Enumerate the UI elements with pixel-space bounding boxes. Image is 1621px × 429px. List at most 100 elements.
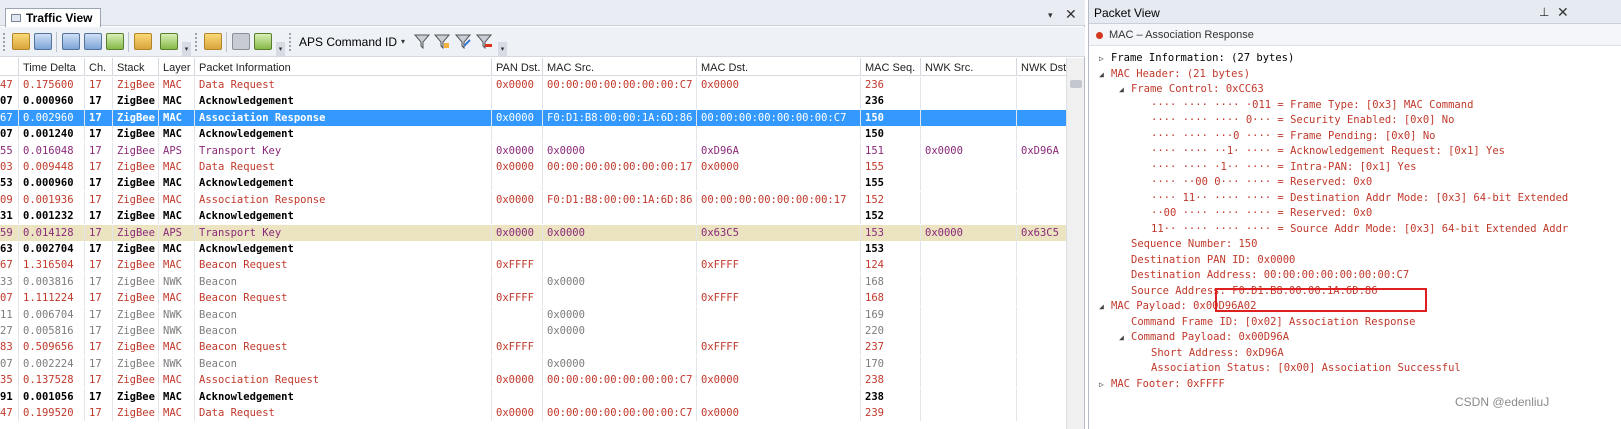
cell-mac-seq: 168 — [860, 273, 920, 290]
column-header-stack[interactable]: Stack — [112, 58, 158, 76]
tree-node[interactable]: Command Frame ID: [0x02] Association Res… — [1119, 314, 1415, 330]
tree-node[interactable]: ◢ Frame Control: 0xCC63 — [1119, 81, 1264, 97]
protocol-filter-combo[interactable]: APS Command ID — [299, 35, 397, 49]
tree-node[interactable]: Short Address: 0xD96A — [1139, 345, 1284, 361]
cell-mac-dst: 0x0000 — [696, 77, 860, 93]
cell-mac-seq: 168 — [860, 290, 920, 307]
collapse-arrow-icon[interactable]: ◢ — [1099, 299, 1111, 315]
table-row[interactable]: 47 0.199520 17 ZigBee MAC Data Request 0x0000 0… — [0, 405, 1066, 421]
tree-node[interactable]: ···· ···· ···· ·011 = Frame Type: [0x3] … — [1139, 97, 1473, 113]
filter-icon[interactable] — [414, 33, 430, 49]
column-header-channel[interactable]: Ch. — [84, 58, 112, 76]
open-folder-icon[interactable] — [12, 33, 30, 50]
highlight-icon[interactable] — [134, 33, 152, 50]
save-icon[interactable] — [34, 33, 52, 50]
toolbar-grip[interactable] — [289, 33, 292, 51]
table-row[interactable]: 07 0.002224 17 ZigBee NWK Beacon 0x0000 170 — [0, 355, 1066, 372]
column-header-layer[interactable]: Layer — [158, 58, 194, 76]
table-row[interactable]: 63 0.002704 17 ZigBee MAC Acknowledgement 153 — [0, 241, 1066, 257]
tree-node[interactable]: ◢ MAC Header: (21 bytes) — [1099, 66, 1250, 82]
column-header-pan-dst[interactable]: PAN Dst. — [491, 58, 542, 76]
layout-icon[interactable] — [62, 33, 80, 50]
pane-menu-dropdown-icon[interactable]: ▾ — [1048, 10, 1053, 21]
column-header-nwk-src[interactable]: NWK Src. — [920, 58, 1016, 76]
table-row[interactable]: 59 0.014128 17 ZigBee APS Transport Key 0x0000… — [0, 224, 1066, 241]
filter-remove-icon[interactable] — [476, 33, 492, 49]
toolbar-overflow-icon[interactable]: ▾ — [276, 42, 285, 56]
vertical-scrollbar[interactable] — [1066, 58, 1084, 429]
tree-node[interactable]: Destination Address: 00:00:00:00:00:00:0… — [1119, 267, 1409, 283]
back-icon[interactable] — [232, 33, 250, 50]
column-header-number[interactable] — [0, 58, 18, 76]
table-row[interactable]: 53 0.000960 17 ZigBee MAC Acknowledgement 155 — [0, 175, 1066, 192]
table-row[interactable]: 07 0.001240 17 ZigBee MAC Acknowledgement 150 — [0, 126, 1066, 143]
table-row[interactable]: 47 0.175600 17 ZigBee MAC Data Request 0x0000 0… — [0, 77, 1066, 93]
table-row[interactable]: 55 0.016048 17 ZigBee APS Transport Key 0x0000… — [0, 142, 1066, 159]
toolbar-grip[interactable] — [195, 33, 198, 51]
forward-icon[interactable] — [254, 33, 272, 50]
cell-mac-dst: 0xD96A — [696, 142, 860, 159]
toolbar-overflow-icon[interactable]: ▾ — [182, 42, 191, 56]
tree-node[interactable]: Sequence Number: 150 — [1119, 236, 1257, 252]
table-row[interactable]: 03 0.009448 17 ZigBee MAC Data Request 0x0000 0… — [0, 159, 1066, 175]
table-row[interactable]: 09 0.001936 17 ZigBee MAC Association Respons… — [0, 191, 1066, 208]
column-header-mac-src[interactable]: MAC Src. — [542, 58, 696, 76]
tree-node[interactable]: ···· ··00 0··· ···· = Reserved: 0x0 — [1139, 174, 1372, 190]
cell-nwk-src: 0x0000 — [920, 142, 1016, 159]
tree-node[interactable]: Association Status: [0x00] Association S… — [1139, 360, 1461, 376]
close-pane-icon[interactable]: ✕ — [1065, 6, 1077, 23]
table-row[interactable]: 31 0.001232 17 ZigBee MAC Acknowledgement 152 — [0, 208, 1066, 225]
table-row[interactable]: 27 0.005816 17 ZigBee NWK Beacon 0x0000 220 — [0, 323, 1066, 339]
expand-arrow-icon[interactable]: ▷ — [1099, 377, 1111, 393]
table-row[interactable]: 35 0.137528 17 ZigBee MAC Association Request… — [0, 372, 1066, 389]
column-header-time-delta[interactable]: Time Delta — [18, 58, 84, 76]
column-header-mac-dst[interactable]: MAC Dst. — [696, 58, 860, 76]
filter-add-icon[interactable] — [434, 33, 450, 49]
chevron-down-icon[interactable]: ▾ — [401, 37, 405, 46]
table-row[interactable]: 07 0.000960 17 ZigBee MAC Acknowledgement 236 — [0, 93, 1066, 110]
scrollbar-thumb[interactable] — [1070, 80, 1082, 88]
toolbar-overflow-icon[interactable]: ▾ — [498, 42, 507, 56]
table-row[interactable]: 67 1.316504 17 ZigBee MAC Beacon Request 0xFFF… — [0, 257, 1066, 274]
tree-node-label: ···· ···· ···· ·011 = Frame Type: [0x3] … — [1151, 98, 1474, 111]
tree-node[interactable]: ···· ···· ·1·· ···· = Intra-PAN: [0x1] Y… — [1139, 159, 1417, 175]
toolbar-grip[interactable] — [3, 33, 6, 51]
tree-node[interactable]: ···· ···· ···0 ···· = Frame Pending: [0x… — [1139, 128, 1435, 144]
table-row[interactable]: 07 1.111224 17 ZigBee MAC Beacon Request 0xFFF… — [0, 290, 1066, 307]
column-header-mac-seq[interactable]: MAC Seq. — [860, 58, 920, 76]
table-row[interactable]: 67 0.002960 17 ZigBee MAC Association Respons… — [0, 109, 1066, 127]
toolbar-separator — [128, 32, 129, 52]
tree-node[interactable]: ▷ MAC Footer: 0xFFFF — [1099, 376, 1225, 392]
table-row[interactable]: 33 0.003816 17 ZigBee NWK Beacon 0x0000 168 — [0, 273, 1066, 290]
tree-node[interactable]: ◢ Command Payload: 0x00D96A — [1119, 329, 1289, 345]
filter-edit-icon[interactable] — [455, 33, 471, 49]
cell-packet-information: Beacon Request — [194, 290, 491, 307]
cell-nwk-dst — [1016, 175, 1066, 192]
collapse-arrow-icon[interactable]: ◢ — [1099, 67, 1111, 83]
cell-nwk-dst — [1016, 323, 1066, 339]
tree-node[interactable]: ···· ···· ···· 0··· = Security Enabled: … — [1139, 112, 1454, 128]
view-icon[interactable] — [84, 33, 102, 50]
cell-packet-information: Beacon Request — [194, 339, 491, 356]
collapse-arrow-icon[interactable]: ◢ — [1119, 82, 1131, 98]
tree-node[interactable]: ··00 ···· ···· ···· = Reserved: 0x0 — [1139, 205, 1372, 221]
tree-node[interactable]: ···· ···· ··1· ···· = Acknowledgement Re… — [1139, 143, 1505, 159]
copy-icon[interactable] — [204, 33, 222, 50]
pin-icon[interactable]: ⊥ — [1539, 5, 1549, 19]
close-pane-icon[interactable]: ✕ — [1557, 4, 1569, 21]
tree-node[interactable]: 11·· ···· ···· ···· = Source Addr Mode: … — [1139, 221, 1568, 237]
tree-node[interactable]: ···· 11·· ···· ···· = Destination Addr M… — [1139, 190, 1568, 206]
column-header-nwk-dst[interactable]: NWK Dst. — [1016, 58, 1066, 76]
table-row[interactable]: 91 0.001056 17 ZigBee MAC Acknowledgement 238 — [0, 388, 1066, 405]
tree-node[interactable]: ▷ Frame Information: (27 bytes) — [1099, 50, 1294, 66]
column-header-packet-information[interactable]: Packet Information — [194, 58, 491, 76]
table-row[interactable]: 11 0.006704 17 ZigBee NWK Beacon 0x0000 169 — [0, 306, 1066, 323]
collapse-arrow-icon[interactable]: ◢ — [1119, 330, 1131, 346]
export-icon[interactable] — [106, 33, 124, 50]
settings-gear-icon[interactable] — [160, 33, 178, 50]
cell-time-delta: 0.001936 — [18, 191, 84, 208]
tree-node[interactable]: Destination PAN ID: 0x0000 — [1119, 252, 1295, 268]
table-row[interactable]: 83 0.509656 17 ZigBee MAC Beacon Request 0xFFF… — [0, 339, 1066, 356]
cell-channel: 17 — [84, 77, 112, 93]
tab-traffic-view[interactable]: Traffic View — [5, 8, 101, 27]
